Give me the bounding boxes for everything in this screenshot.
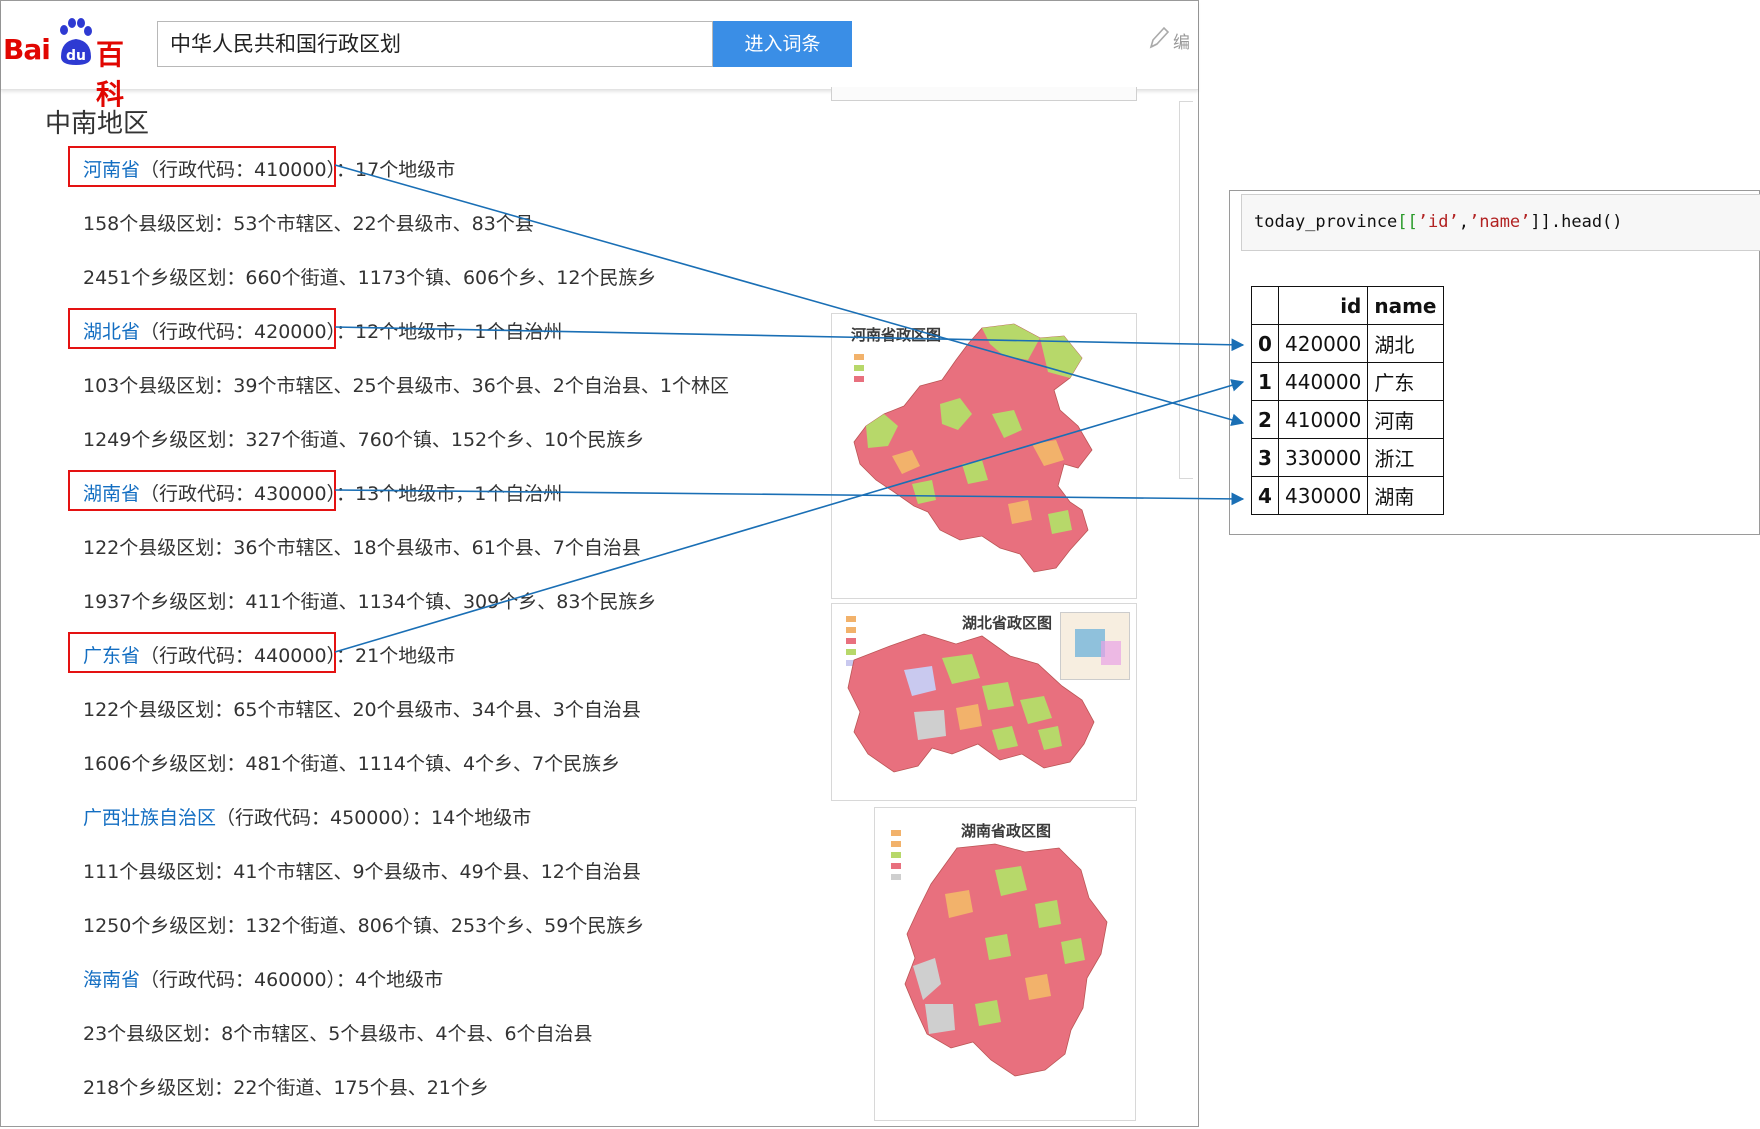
table-row: 1 440000 广东 [1251, 362, 1444, 401]
baidu-baike-logo[interactable]: Bai du 百科 [3, 15, 149, 111]
province-line-guangxi: 广西壮族自治区（行政代码：450000）：14个地级市 [83, 803, 531, 830]
hubei-map-shape [847, 633, 1095, 773]
row-index: 1 [1251, 362, 1279, 401]
province-suffix: ：17个地级市 [336, 159, 456, 181]
highlight-box-guangdong [68, 632, 336, 673]
logo-bai-text: Bai [3, 33, 51, 66]
province-code: （行政代码：460000） [140, 969, 337, 991]
logo-baike-text: 百科 [96, 38, 125, 111]
side-panel-edge [1179, 101, 1193, 479]
town-line: 2451个乡级区划：660个街道、1173个镇、606个乡、12个民族乡 [83, 267, 657, 289]
search-input[interactable]: 中华人民共和国行政区划 [157, 21, 713, 67]
column-header: name [1367, 286, 1444, 325]
baike-window: Bai du 百科 中华人民共和国行政区划 进入词条 编 中南地区 河南省（行政 [0, 0, 1199, 1127]
table-corner [1251, 286, 1279, 325]
row-index: 0 [1251, 324, 1279, 363]
column-header: id [1277, 286, 1369, 325]
province-line-hainan: 海南省（行政代码：460000）：4个地级市 [83, 965, 443, 992]
map-thumbnail-partial [831, 87, 1137, 101]
baidu-paw-icon: du [60, 18, 92, 65]
town-line: 1937个乡级区划：411个街道、1134个镇、309个乡、83个民族乡 [83, 591, 657, 613]
logo-du-text: du [66, 48, 86, 64]
cell-name: 湖南 [1367, 476, 1444, 515]
cell-name: 广东 [1367, 362, 1444, 401]
county-line: 122个县级区划：36个市辖区、18个县级市、61个县、7个自治县 [83, 537, 641, 559]
cell-id: 430000 [1277, 476, 1369, 515]
code-function: today_province [1254, 212, 1398, 232]
county-line: 158个县级区划：53个市辖区、22个县级市、83个县 [83, 213, 534, 235]
code-open-brackets: [[ [1397, 212, 1418, 232]
table-row: 0 420000 湖北 [1251, 324, 1444, 363]
cell-id: 330000 [1277, 438, 1369, 477]
county-line: 111个县级区划：41个市辖区、9个县级市、49个县、12个自治县 [83, 861, 641, 883]
highlight-box-henan [68, 146, 336, 187]
code-string-name: ’name’ [1468, 212, 1531, 232]
hunan-map-image[interactable]: 湖南省政区图 [874, 807, 1136, 1121]
section-title: 中南地区 [45, 109, 150, 139]
henan-map-image[interactable]: 河南省政区图 [831, 313, 1137, 599]
town-line: 1606个乡级区划：481个街道、1114个镇、4个乡、7个民族乡 [83, 753, 621, 775]
hunan-map-shape [904, 843, 1108, 1077]
edit-button[interactable]: 编 [1147, 25, 1197, 55]
county-line: 122个县级区划：65个市辖区、20个县级市、34个县、3个自治县 [83, 699, 641, 721]
baike-header: Bai du 百科 中华人民共和国行政区划 进入词条 编 [1, 1, 1198, 111]
highlight-box-hubei [68, 308, 336, 349]
code-close: ]].head() [1530, 212, 1623, 232]
county-line: 23个县级区划：8个市辖区、5个县级市、4个县、6个自治县 [83, 1023, 593, 1045]
code-cell[interactable]: today_province[[’id’,’name’]].head() [1241, 194, 1760, 251]
enter-entry-button[interactable]: 进入词条 [713, 21, 852, 67]
province-link-hainan[interactable]: 海南省 [83, 969, 140, 991]
province-suffix: ：12个地级市，1个自治州 [336, 321, 563, 343]
table-header-row: id name [1251, 286, 1444, 325]
row-index: 3 [1251, 438, 1279, 477]
province-link-guangxi[interactable]: 广西壮族自治区 [83, 807, 216, 829]
cell-id: 420000 [1277, 324, 1369, 363]
row-index: 2 [1251, 400, 1279, 439]
county-line: 103个县级区划：39个市辖区、25个县级市、36个县、2个自治县、1个林区 [83, 375, 729, 397]
cell-id: 410000 [1277, 400, 1369, 439]
province-suffix: ：21个地级市 [336, 645, 456, 667]
pencil-icon [1149, 26, 1170, 49]
province-suffix: ：4个地级市 [336, 969, 444, 991]
cell-name: 湖北 [1367, 324, 1444, 363]
cell-id: 440000 [1277, 362, 1369, 401]
town-line: 1249个乡级区划：327个街道、760个镇、152个乡、10个民族乡 [83, 429, 645, 451]
province-suffix: ：14个地级市 [412, 807, 532, 829]
province-suffix: ：13个地级市，1个自治州 [336, 483, 563, 505]
edit-label: 编 [1173, 33, 1190, 53]
town-line: 1250个乡级区划：132个街道、806个镇、253个乡、59个民族乡 [83, 915, 645, 937]
code-comma: , [1458, 212, 1469, 232]
row-index: 4 [1251, 476, 1279, 515]
cell-name: 河南 [1367, 400, 1444, 439]
cell-name: 浙江 [1367, 438, 1444, 477]
table-row: 3 330000 浙江 [1251, 438, 1444, 477]
table-row: 2 410000 河南 [1251, 400, 1444, 439]
highlight-box-hunan [68, 470, 336, 511]
town-line: 218个乡级区划：22个街道、175个县、21个乡 [83, 1077, 489, 1099]
dataframe-output: id name 0 420000 湖北 1 440000 广东 2 410000… [1251, 286, 1444, 515]
hubei-map-image[interactable]: 湖北省政区图 [831, 603, 1137, 801]
province-code: （行政代码：450000） [216, 807, 413, 829]
notebook-panel: today_province[[’id’,’name’]].head() id … [1229, 190, 1760, 535]
henan-map-shape [853, 323, 1093, 573]
code-string-id: ’id’ [1417, 212, 1459, 232]
table-row: 4 430000 湖南 [1251, 476, 1444, 515]
